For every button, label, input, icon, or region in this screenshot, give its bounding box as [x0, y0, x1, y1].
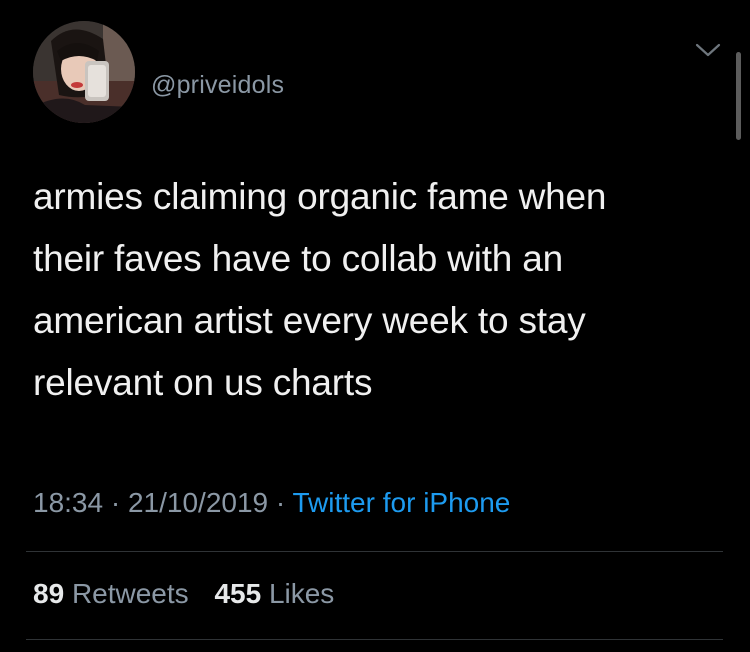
divider	[26, 639, 723, 640]
scrollbar[interactable]	[736, 52, 741, 140]
user-handle[interactable]: @priveidols	[151, 71, 284, 100]
meta-separator: ·	[275, 487, 286, 518]
retweets-label: Retweets	[71, 578, 189, 609]
tweet-detail: @priveidols armies claiming organic fame…	[0, 0, 750, 652]
likes-label: Likes	[268, 578, 335, 609]
avatar[interactable]	[33, 21, 135, 123]
likes-count: 455	[214, 578, 262, 609]
divider	[26, 551, 723, 552]
tweet-stats: 89 Retweets 455 Likes	[33, 578, 334, 610]
avatar-photo	[33, 21, 135, 123]
retweets-count: 89	[33, 578, 65, 609]
retweets-stat[interactable]: 89 Retweets	[33, 578, 189, 610]
likes-stat[interactable]: 455 Likes	[214, 578, 334, 610]
chevron-down-icon[interactable]	[693, 40, 723, 60]
tweet-source-link[interactable]: Twitter for iPhone	[293, 487, 511, 518]
tweet-time: 18:34	[33, 487, 104, 518]
tweet-meta: 18:34 · 21/10/2019 · Twitter for iPhone	[33, 487, 510, 519]
meta-separator: ·	[110, 487, 121, 518]
tweet-text: armies claiming organic fame when their …	[33, 176, 607, 403]
tweet-date: 21/10/2019	[127, 487, 269, 518]
